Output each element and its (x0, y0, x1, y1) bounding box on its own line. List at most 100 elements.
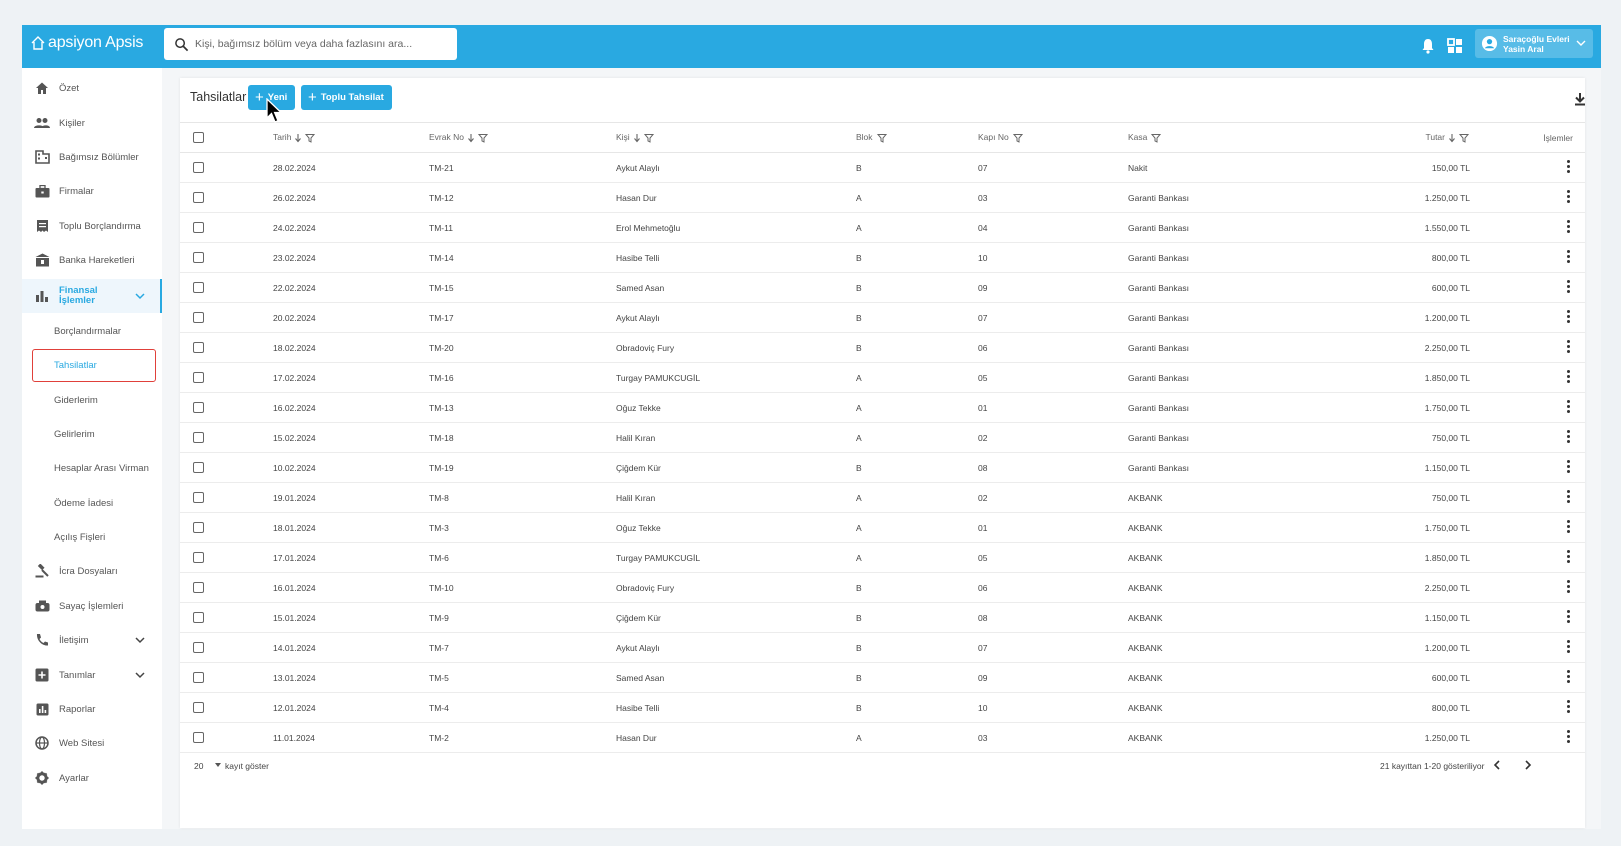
select-all-checkbox[interactable] (193, 132, 204, 144)
sidebar-item-tanimlar[interactable]: Tanımlar (22, 660, 162, 690)
more-vert-icon[interactable] (1567, 158, 1571, 175)
table-row[interactable]: 19.01.2024 TM-8 Halil Kıran A 02 AKBANK 750,00… (180, 482, 1585, 513)
sidebar-item-finansal-islemler[interactable]: Finansal İşlemler (22, 279, 162, 313)
row-checkbox[interactable] (193, 282, 204, 294)
table-row[interactable]: 23.02.2024 TM-14 Hasibe Telli B 10 Garanti Ba… (180, 242, 1585, 273)
chevron-left-icon[interactable] (1491, 759, 1503, 771)
submenu-tahsilatlar[interactable]: Tahsilatlar (32, 349, 156, 382)
sidebar-item-ayarlar[interactable]: Ayarlar (22, 763, 162, 793)
page-size-select[interactable]: 20 (194, 761, 203, 771)
table-row[interactable]: 28.02.2024 TM-21 Aykut Alaylı B 07 Nakit 150,0… (180, 152, 1585, 183)
more-vert-icon[interactable] (1567, 518, 1571, 535)
col-header-block[interactable]: Blok (856, 122, 978, 153)
table-row[interactable]: 13.01.2024 TM-5 Samed Asan B 09 AKBANK 600,00 … (180, 662, 1585, 693)
more-vert-icon[interactable] (1567, 188, 1571, 205)
row-checkbox[interactable] (193, 732, 204, 744)
more-vert-icon[interactable] (1567, 578, 1571, 595)
col-header-doc[interactable]: Evrak No (429, 122, 616, 153)
more-vert-icon[interactable] (1567, 278, 1571, 295)
more-vert-icon[interactable] (1567, 338, 1571, 355)
table-row[interactable]: 10.02.2024 TM-19 Çiğdem Kür B 08 Garanti Bank… (180, 452, 1585, 483)
submenu-odeme-iadesi[interactable]: Ödeme İadesi (54, 498, 113, 509)
row-checkbox[interactable] (193, 552, 204, 564)
row-checkbox[interactable] (193, 402, 204, 414)
user-menu[interactable]: Saraçoğlu Evleri Yasin Aral (1475, 29, 1593, 58)
row-checkbox[interactable] (193, 702, 204, 714)
row-checkbox[interactable] (193, 612, 204, 624)
more-vert-icon[interactable] (1567, 548, 1571, 565)
row-checkbox[interactable] (193, 672, 204, 684)
caret-down-icon[interactable] (214, 762, 222, 768)
table-row[interactable]: 16.02.2024 TM-13 Oğuz Tekke A 01 Garanti Bank… (180, 392, 1585, 423)
row-checkbox[interactable] (193, 582, 204, 594)
sidebar-item-icra-dosyalari[interactable]: İcra Dosyaları (22, 556, 162, 586)
search-input[interactable] (195, 38, 445, 50)
more-vert-icon[interactable] (1567, 308, 1571, 325)
table-row[interactable]: 12.01.2024 TM-4 Hasibe Telli B 10 AKBANK 800,0… (180, 692, 1585, 723)
sidebar-item-web-sitesi[interactable]: Web Sitesi (22, 728, 162, 758)
sidebar-item-banka-hareketleri[interactable]: Banka Hareketleri (22, 245, 162, 275)
more-vert-icon[interactable] (1567, 728, 1571, 745)
more-vert-icon[interactable] (1567, 608, 1571, 625)
table-row[interactable]: 15.02.2024 TM-18 Halil Kıran A 02 Garanti Ban… (180, 422, 1585, 453)
logo[interactable]: apsiyon Apsis (30, 34, 143, 52)
more-vert-icon[interactable] (1567, 368, 1571, 385)
sidebar-item-sayac-islemleri[interactable]: Sayaç İşlemleri (22, 591, 162, 621)
sidebar-item-toplu-borclandirma[interactable]: Toplu Borçlandırma (22, 211, 162, 241)
table-row[interactable]: 24.02.2024 TM-11 Erol Mehmetoğlu A 04 Garanti… (180, 212, 1585, 243)
more-vert-icon[interactable] (1567, 638, 1571, 655)
submenu-gelirlerim[interactable]: Gelirlerim (54, 429, 95, 440)
row-checkbox[interactable] (193, 222, 204, 234)
more-vert-icon[interactable] (1567, 668, 1571, 685)
table-row[interactable]: 18.02.2024 TM-20 Obradoviç Fury B 06 Garanti … (180, 332, 1585, 363)
download-icon[interactable] (1572, 91, 1588, 107)
table-row[interactable]: 14.01.2024 TM-7 Aykut Alaylı B 07 AKBANK 1.200… (180, 632, 1585, 663)
submenu-giderlerim[interactable]: Giderlerim (54, 395, 98, 406)
apps-grid-icon[interactable] (1446, 37, 1464, 55)
row-checkbox[interactable] (193, 462, 204, 474)
row-checkbox[interactable] (193, 342, 204, 354)
col-header-amount[interactable]: Tutar (1338, 122, 1470, 153)
table-row[interactable]: 17.02.2024 TM-16 Turgay PAMUKCUGİL A 05 Garan… (180, 362, 1585, 393)
more-vert-icon[interactable] (1567, 698, 1571, 715)
chevron-right-icon[interactable] (1522, 759, 1534, 771)
sidebar-item-kisiler[interactable]: Kişiler (22, 108, 162, 138)
col-header-date[interactable]: Tarih (273, 122, 429, 153)
table-row[interactable]: 17.01.2024 TM-6 Turgay PAMUKCUGİL A 05 AKBANK… (180, 542, 1585, 573)
row-checkbox[interactable] (193, 192, 204, 204)
submenu-borclandirmalar[interactable]: Borçlandırmalar (54, 326, 121, 337)
bulk-collection-button[interactable]: + Toplu Tahsilat (301, 85, 392, 110)
col-header-person[interactable]: Kişi (616, 122, 856, 153)
sidebar-item-iletisim[interactable]: İletişim (22, 625, 162, 655)
more-vert-icon[interactable] (1567, 248, 1571, 265)
table-row[interactable]: 22.02.2024 TM-15 Samed Asan B 09 Garanti Bank… (180, 272, 1585, 303)
col-header-cash[interactable]: Kasa (1128, 122, 1338, 153)
table-row[interactable]: 16.01.2024 TM-10 Obradoviç Fury B 06 AKBANK 2.… (180, 572, 1585, 603)
more-vert-icon[interactable] (1567, 398, 1571, 415)
sidebar-item-ozet[interactable]: Özet (22, 73, 162, 103)
more-vert-icon[interactable] (1567, 488, 1571, 505)
row-checkbox[interactable] (193, 432, 204, 444)
row-checkbox[interactable] (193, 642, 204, 654)
sidebar-item-firmalar[interactable]: Firmalar (22, 176, 162, 206)
row-checkbox[interactable] (193, 492, 204, 504)
col-header-door[interactable]: Kapı No (978, 122, 1128, 153)
row-checkbox[interactable] (193, 312, 204, 324)
submenu-hesaplar-arasi-virman[interactable]: Hesaplar Arası Virman (54, 463, 149, 474)
row-checkbox[interactable] (193, 522, 204, 534)
table-row[interactable]: 18.01.2024 TM-3 Oğuz Tekke A 01 AKBANK 1.750,0… (180, 512, 1585, 543)
row-checkbox[interactable] (193, 252, 204, 264)
more-vert-icon[interactable] (1567, 218, 1571, 235)
table-row[interactable]: 20.02.2024 TM-17 Aykut Alaylı B 07 Garanti Ba… (180, 302, 1585, 333)
submenu-acilis-fisleri[interactable]: Açılış Fişleri (54, 532, 105, 543)
more-vert-icon[interactable] (1567, 428, 1571, 445)
sidebar-item-raporlar[interactable]: Raporlar (22, 694, 162, 724)
more-vert-icon[interactable] (1567, 458, 1571, 475)
search-box[interactable] (164, 28, 457, 60)
sidebar-item-bagimsiz-bolumler[interactable]: Bağımsız Bölümler (22, 142, 162, 172)
row-checkbox[interactable] (193, 372, 204, 384)
row-checkbox[interactable] (193, 162, 204, 174)
bell-icon[interactable] (1419, 37, 1437, 55)
table-row[interactable]: 15.01.2024 TM-9 Çiğdem Kür B 08 AKBANK 1.150,0… (180, 602, 1585, 633)
table-row[interactable]: 26.02.2024 TM-12 Hasan Dur A 03 Garanti Banka… (180, 182, 1585, 213)
